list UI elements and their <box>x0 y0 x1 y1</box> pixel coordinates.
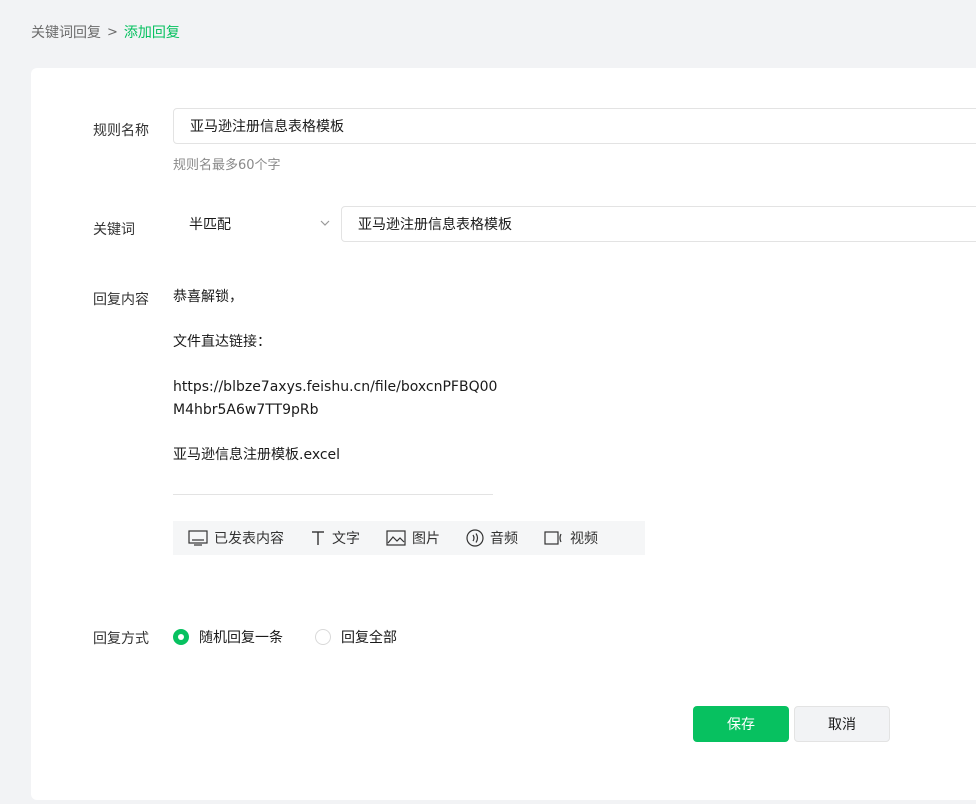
tool-label: 音频 <box>490 531 518 547</box>
radio-random-one[interactable]: 随机回复一条 <box>173 627 283 647</box>
breadcrumb-parent[interactable]: 关键词回复 <box>31 22 101 42</box>
keyword-value: 亚马逊注册信息表格模板 <box>358 217 512 233</box>
content-toolbar: 已发表内容 文字 图片 音频 视频 <box>173 521 645 555</box>
cancel-button[interactable]: 取消 <box>794 706 890 742</box>
reply-line-blank <box>173 309 503 332</box>
reply-line-blank <box>173 421 503 444</box>
tool-label: 图片 <box>412 531 440 547</box>
reply-content-editor[interactable]: 恭喜解锁， 文件直达链接： https://blbze7axys.feishu.… <box>173 286 503 466</box>
chevron-down-icon <box>320 220 330 226</box>
keyword-label: 关键词 <box>93 222 135 238</box>
radio-unselected-icon <box>315 629 331 645</box>
breadcrumb: 关键词回复 > 添加回复 <box>31 22 180 42</box>
tool-label: 视频 <box>570 531 598 547</box>
breadcrumb-separator: > <box>107 24 118 40</box>
reply-line: 亚马逊信息注册模板.excel <box>173 446 341 463</box>
form-card: 规则名称 亚马逊注册信息表格模板 规则名最多60个字 关键词 半匹配 亚马逊注册… <box>31 68 976 800</box>
reply-mode-radio-group: 随机回复一条 回复全部 <box>173 627 397 647</box>
reply-line: M4hbr5A6w7TT9pRb <box>173 401 319 418</box>
reply-line: 文件直达链接： <box>173 334 271 350</box>
image-icon <box>386 530 406 546</box>
audio-button[interactable]: 音频 <box>466 528 518 548</box>
text-button[interactable]: 文字 <box>310 528 360 548</box>
radio-reply-all[interactable]: 回复全部 <box>315 627 397 647</box>
editor-divider <box>173 494 493 495</box>
rule-name-label: 规则名称 <box>93 123 149 139</box>
reply-content-label: 回复内容 <box>93 292 149 308</box>
published-content-button[interactable]: 已发表内容 <box>188 528 284 548</box>
keyword-input[interactable]: 亚马逊注册信息表格模板 <box>341 206 976 242</box>
radio-label: 回复全部 <box>341 630 397 646</box>
breadcrumb-current: 添加回复 <box>123 25 180 41</box>
match-type-value: 半匹配 <box>189 217 231 233</box>
reply-line: https://blbze7axys.feishu.cn/file/boxcnP… <box>173 379 498 395</box>
text-icon <box>312 531 324 545</box>
match-type-select[interactable]: 半匹配 <box>173 206 341 242</box>
save-button[interactable]: 保存 <box>693 706 789 742</box>
tool-label: 文字 <box>332 531 360 547</box>
reply-line-blank <box>173 354 503 377</box>
reply-mode-label: 回复方式 <box>93 631 149 647</box>
rule-name-input[interactable]: 亚马逊注册信息表格模板 <box>173 108 976 144</box>
radio-label: 随机回复一条 <box>199 630 283 646</box>
image-button[interactable]: 图片 <box>386 528 440 548</box>
video-icon <box>544 531 562 545</box>
monitor-icon <box>188 530 208 546</box>
rule-name-value: 亚马逊注册信息表格模板 <box>190 119 344 135</box>
radio-selected-icon <box>173 629 189 645</box>
audio-icon <box>466 529 484 547</box>
reply-line: 恭喜解锁， <box>173 289 243 305</box>
tool-label: 已发表内容 <box>214 531 284 547</box>
video-button[interactable]: 视频 <box>544 528 598 548</box>
rule-name-hint: 规则名最多60个字 <box>173 158 281 173</box>
